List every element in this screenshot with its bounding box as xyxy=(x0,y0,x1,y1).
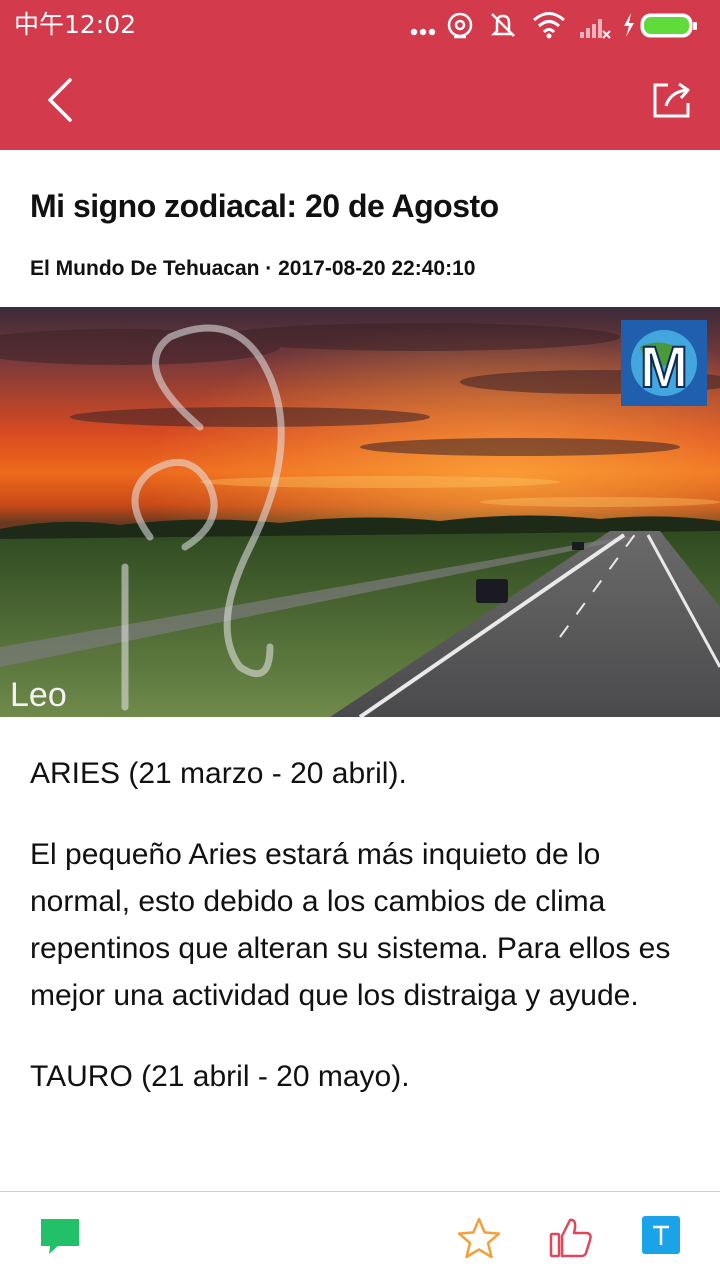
hotspot-icon xyxy=(447,12,473,39)
comment-button[interactable] xyxy=(38,1216,82,1261)
article-hero-image: M Leo xyxy=(0,307,720,717)
publisher-logo: M xyxy=(621,320,707,406)
mute-icon xyxy=(490,13,516,37)
status-bar: 中午12:02 xyxy=(0,0,720,50)
share-icon xyxy=(653,82,690,118)
status-time: 中午12:02 xyxy=(14,10,137,39)
back-button[interactable] xyxy=(32,72,88,128)
chevron-left-icon xyxy=(48,78,72,122)
like-button[interactable] xyxy=(548,1216,594,1265)
battery-icon xyxy=(640,13,697,38)
app-bar xyxy=(0,50,720,150)
more-dots-icon xyxy=(410,28,436,36)
charging-icon xyxy=(624,13,634,37)
text-size-icon xyxy=(642,1216,680,1254)
comment-icon xyxy=(41,1219,79,1254)
text-size-button[interactable] xyxy=(642,1216,680,1259)
paragraph: TAURO (21 abril - 20 mayo). xyxy=(30,1060,410,1093)
paragraph: El pequeño Aries estará más inquieto de … xyxy=(30,838,671,1012)
article-body: ARIES (21 marzo - 20 abril). El pequeño … xyxy=(30,750,695,1134)
bottom-toolbar xyxy=(0,1191,720,1281)
paragraph: ARIES (21 marzo - 20 abril). xyxy=(30,757,407,790)
article-byline: El Mundo De Tehuacan · 2017-08-20 22:40:… xyxy=(30,257,476,280)
signal-icon xyxy=(580,19,611,39)
favorite-button[interactable] xyxy=(456,1216,502,1265)
status-icons xyxy=(410,8,710,42)
thumbs-up-icon xyxy=(549,1218,592,1258)
share-button[interactable] xyxy=(644,72,700,128)
image-caption: Leo xyxy=(10,676,67,714)
article-title: Mi signo zodiacal: 20 de Agosto xyxy=(30,188,499,224)
top-header: 中午12:02 xyxy=(0,0,720,150)
svg-text:M: M xyxy=(640,335,688,400)
wifi-icon xyxy=(533,12,565,39)
star-icon xyxy=(457,1217,501,1259)
